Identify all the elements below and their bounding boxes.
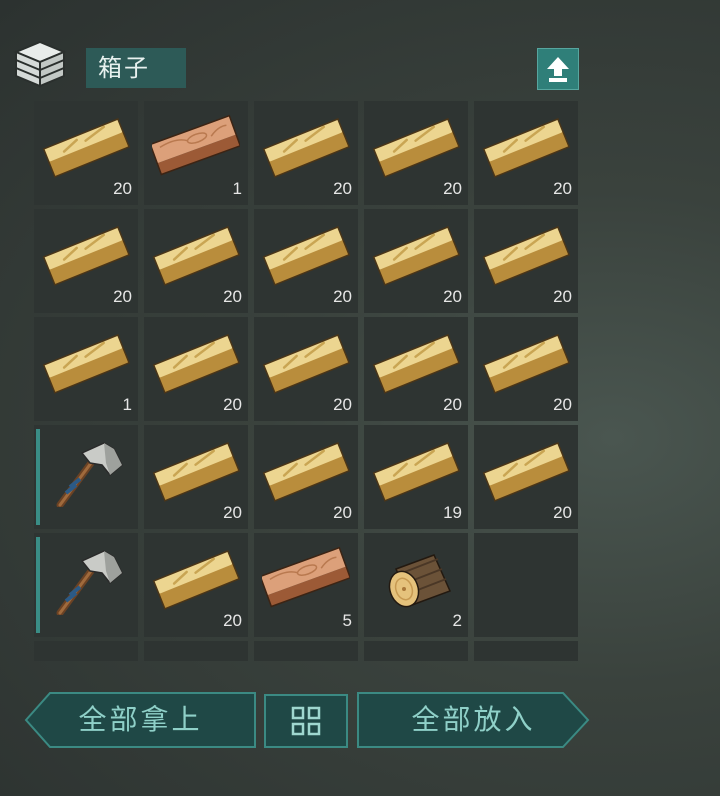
item-quantity: 20 (553, 395, 572, 414)
inventory-slot-wood-plank[interactable]: 20 (254, 101, 358, 205)
inventory-slot-oak-plank[interactable]: 5 (254, 533, 358, 637)
stone-hatchet-icon (56, 442, 123, 507)
wood-plank-icon (372, 226, 460, 286)
inventory-grid: 20 1 20 20 20 20 20 20 20 20 1 20 20 20 … (34, 101, 579, 661)
inventory-slot-empty[interactable] (144, 641, 248, 661)
wood-plank-icon (262, 442, 350, 502)
take-all-label: 全部拿上 (78, 703, 203, 736)
container-header: 箱子 (10, 38, 580, 96)
inventory-slot-stone-hatchet[interactable] (34, 533, 138, 637)
wood-plank-icon (482, 442, 570, 502)
upload-arrow-icon (547, 57, 569, 82)
wood-plank-icon (372, 334, 460, 394)
grid-view-button[interactable] (264, 694, 348, 748)
log-icon (388, 554, 452, 608)
item-quantity: 2 (452, 611, 462, 630)
wood-plank-icon (262, 118, 350, 178)
item-quantity: 20 (333, 287, 352, 306)
item-quantity: 20 (113, 287, 132, 306)
put-all-button[interactable]: 全部放入 (357, 692, 590, 748)
item-quantity: 19 (443, 503, 462, 522)
inventory-slot-wood-plank[interactable]: 20 (254, 425, 358, 529)
inventory-slot-empty[interactable] (364, 641, 468, 661)
take-all-button[interactable]: 全部拿上 (24, 692, 257, 748)
inventory-slot-oak-plank[interactable]: 1 (144, 101, 248, 205)
inventory-slot-wood-plank[interactable]: 1 (34, 317, 138, 421)
inventory-slot-empty[interactable] (474, 533, 578, 637)
inventory-slot-wood-plank[interactable]: 20 (254, 317, 358, 421)
item-quantity: 20 (333, 179, 352, 198)
inventory-slot-wood-plank[interactable]: 20 (144, 533, 248, 637)
put-all-label: 全部放入 (411, 703, 536, 736)
stone-hatchet-icon (56, 550, 123, 615)
inventory-slot-wood-plank[interactable]: 20 (474, 425, 578, 529)
item-quantity: 1 (232, 179, 242, 198)
wood-plank-icon (42, 226, 130, 286)
inventory-slot-wood-plank[interactable]: 20 (474, 209, 578, 313)
oak-plank-icon (262, 546, 350, 608)
container-title: 箱子 (86, 48, 186, 88)
item-quantity: 20 (223, 611, 242, 630)
grid-view-icon (291, 706, 321, 736)
inventory-slot-wood-plank[interactable]: 20 (364, 101, 468, 205)
wood-plank-icon (482, 226, 570, 286)
inventory-slot-wood-plank[interactable]: 20 (364, 317, 468, 421)
inventory-slot-wood-plank[interactable]: 20 (474, 101, 578, 205)
inventory-slot-log[interactable]: 2 (364, 533, 468, 637)
item-quantity: 20 (553, 503, 572, 522)
item-quantity: 20 (223, 503, 242, 522)
wood-plank-icon (262, 226, 350, 286)
oak-plank-icon (152, 114, 240, 176)
wood-plank-icon (262, 334, 350, 394)
action-bar: 全部拿上 全部放入 (24, 692, 590, 750)
inventory-slot-empty[interactable] (254, 641, 358, 661)
item-quantity: 20 (553, 287, 572, 306)
inventory-slot-empty[interactable] (34, 641, 138, 661)
wood-plank-icon (42, 334, 130, 394)
inventory-slot-wood-plank[interactable]: 20 (474, 317, 578, 421)
item-quantity: 20 (333, 395, 352, 414)
wood-plank-icon (152, 550, 240, 610)
inventory-slot-wood-plank[interactable]: 20 (34, 101, 138, 205)
item-quantity: 20 (333, 503, 352, 522)
item-quantity: 20 (443, 287, 462, 306)
wood-plank-icon (152, 226, 240, 286)
item-quantity: 20 (443, 395, 462, 414)
item-quantity: 5 (342, 611, 352, 630)
wood-plank-icon (152, 334, 240, 394)
item-quantity: 20 (443, 179, 462, 198)
wood-plank-icon (372, 442, 460, 502)
box-icon (13, 40, 67, 88)
item-quantity: 20 (113, 179, 132, 198)
wood-plank-icon (482, 118, 570, 178)
inventory-slot-wood-plank[interactable]: 20 (144, 209, 248, 313)
wood-plank-icon (482, 334, 570, 394)
wood-plank-icon (372, 118, 460, 178)
wood-plank-icon (42, 118, 130, 178)
item-quantity: 20 (223, 395, 242, 414)
inventory-slot-wood-plank[interactable]: 20 (364, 209, 468, 313)
sort-button[interactable] (537, 48, 579, 90)
wood-plank-icon (152, 442, 240, 502)
item-quantity: 20 (223, 287, 242, 306)
inventory-slot-empty[interactable] (474, 641, 578, 661)
inventory-slot-wood-plank[interactable]: 19 (364, 425, 468, 529)
inventory-slot-wood-plank[interactable]: 20 (144, 317, 248, 421)
item-quantity: 1 (122, 395, 132, 414)
inventory-slot-wood-plank[interactable]: 20 (144, 425, 248, 529)
inventory-slot-wood-plank[interactable]: 20 (254, 209, 358, 313)
inventory-slot-wood-plank[interactable]: 20 (34, 209, 138, 313)
inventory-slot-stone-hatchet[interactable] (34, 425, 138, 529)
item-quantity: 20 (553, 179, 572, 198)
